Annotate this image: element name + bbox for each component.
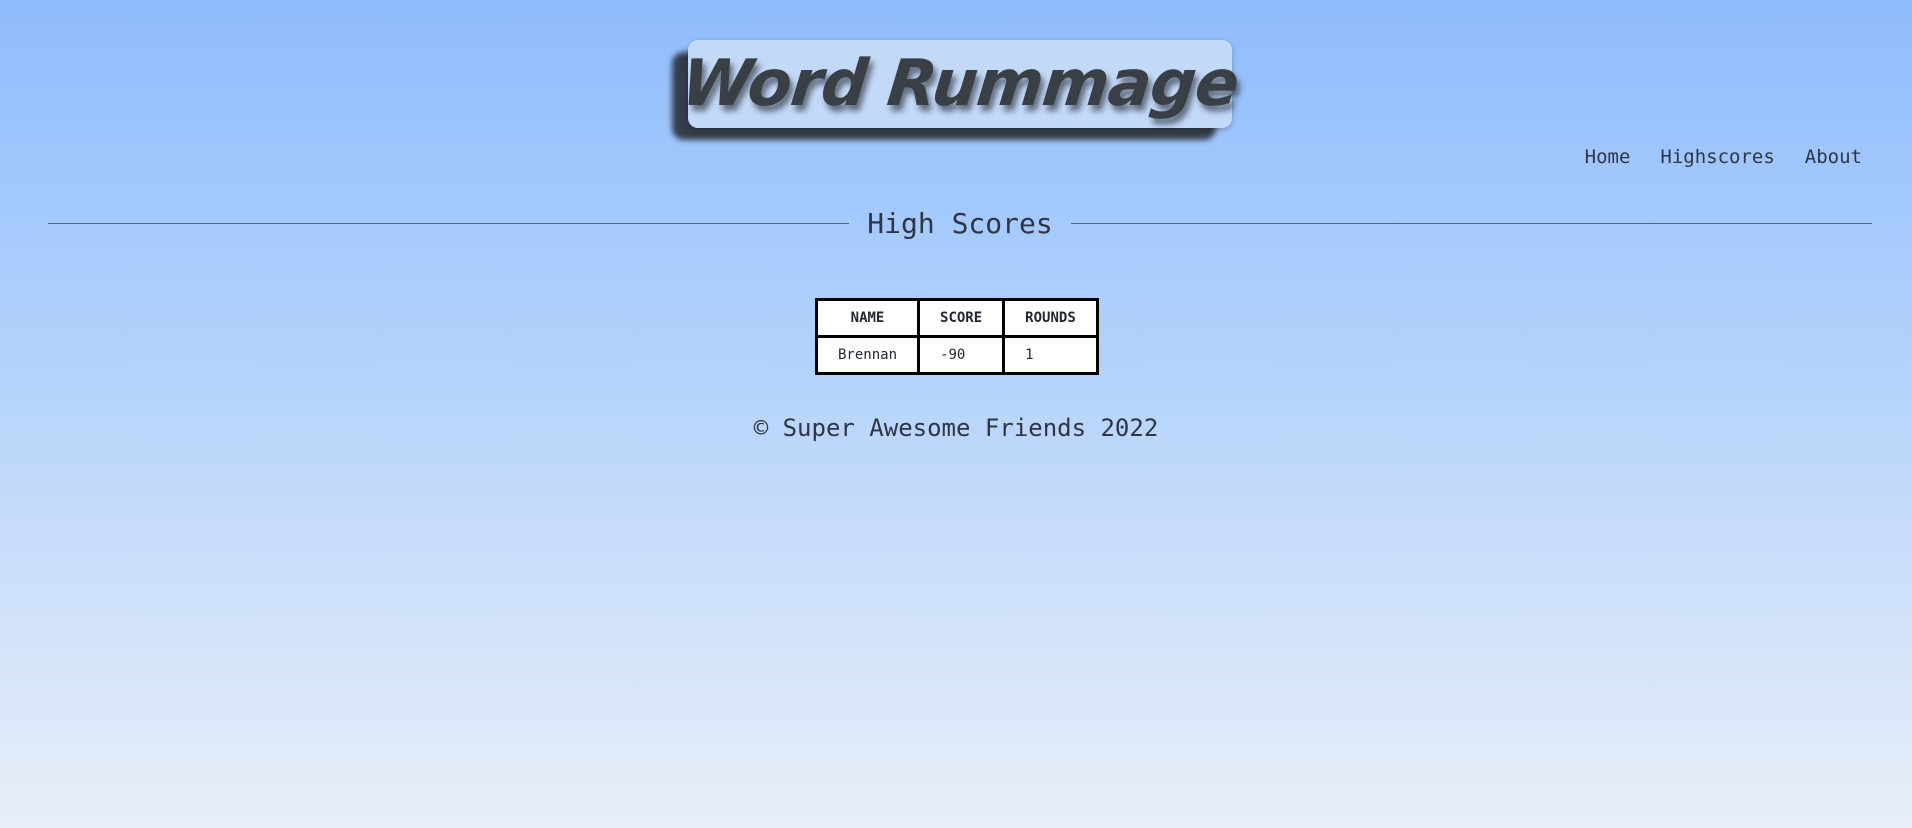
highscores-table: NAME SCORE ROUNDS Brennan -90 1	[814, 298, 1099, 375]
logo-text: Word Rummage	[678, 47, 1242, 121]
column-header-rounds: ROUNDS	[1002, 298, 1099, 338]
heading-rule-left	[48, 222, 850, 224]
table-row: Brennan -90 1	[814, 335, 1099, 375]
heading-rule-right	[1070, 222, 1872, 224]
cell-rounds: 1	[1002, 335, 1099, 375]
table-header-row: NAME SCORE ROUNDS	[814, 298, 1099, 338]
section-heading: High Scores	[48, 203, 1872, 243]
column-header-name: NAME	[814, 298, 921, 338]
nav-about-link[interactable]: About	[1805, 146, 1862, 168]
main-nav: Home Highscores About	[1585, 146, 1862, 168]
logo-card: Word Rummage	[678, 40, 1242, 128]
footer-copyright: © Super Awesome Friends 2022	[753, 414, 1159, 442]
site-logo: Word Rummage	[672, 40, 1242, 140]
nav-highscores-link[interactable]: Highscores	[1660, 146, 1774, 168]
page-title: High Scores	[867, 206, 1053, 240]
nav-home-link[interactable]: Home	[1585, 146, 1631, 168]
cell-score: -90	[917, 335, 1006, 375]
column-header-score: SCORE	[917, 298, 1006, 338]
cell-name: Brennan	[814, 335, 921, 375]
